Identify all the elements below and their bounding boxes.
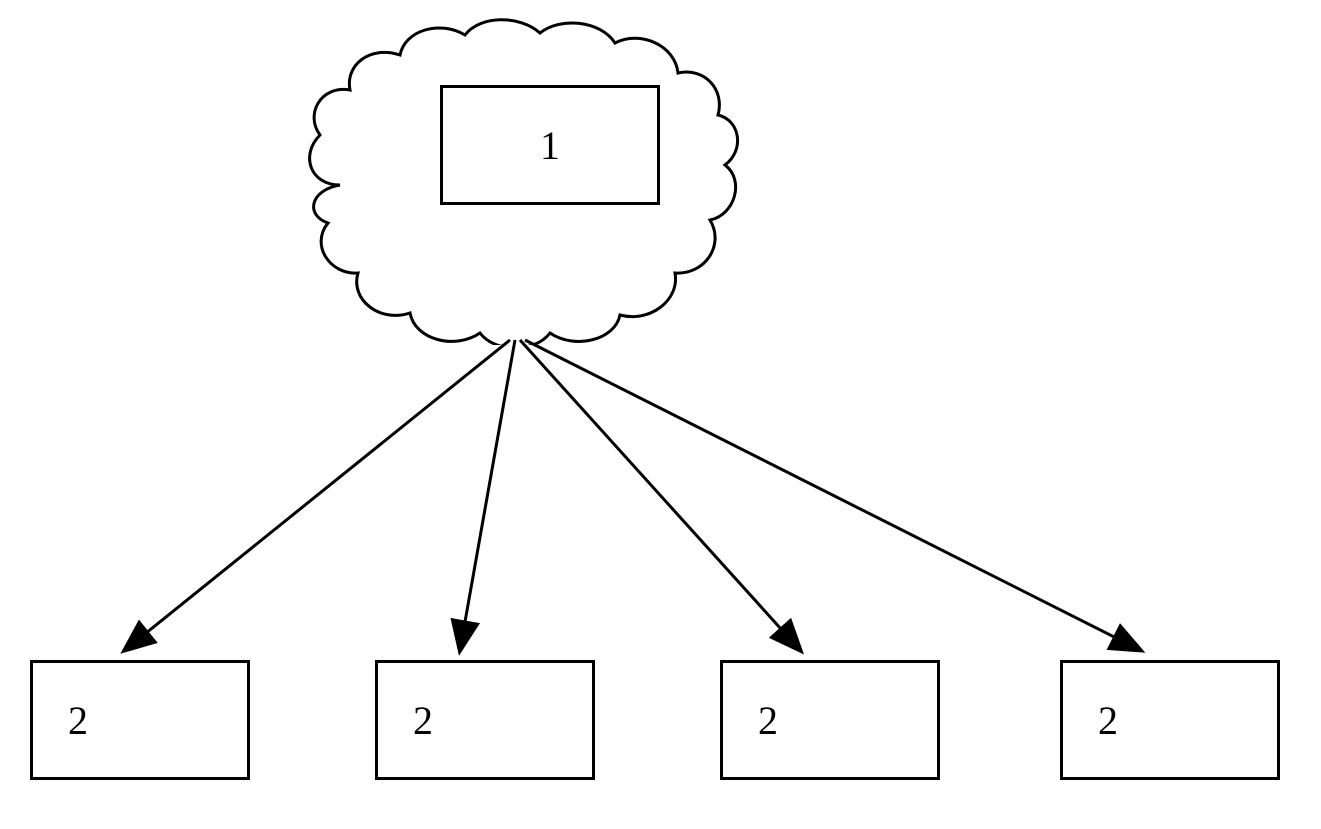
cloud-node-label: 1	[540, 122, 560, 169]
child-node-box-4: 2	[1060, 660, 1280, 780]
child-node-label-2: 2	[413, 697, 433, 744]
arrow-1	[125, 340, 510, 650]
child-node-box-2: 2	[375, 660, 595, 780]
diagram-container: 1 2 2 2 2	[0, 0, 1321, 829]
child-node-label-1: 2	[68, 697, 88, 744]
arrow-3	[520, 340, 800, 650]
arrow-4	[525, 340, 1140, 650]
child-node-box-1: 2	[30, 660, 250, 780]
cloud-node-box: 1	[440, 85, 660, 205]
child-node-label-3: 2	[758, 697, 778, 744]
child-node-label-4: 2	[1098, 697, 1118, 744]
child-node-box-3: 2	[720, 660, 940, 780]
arrow-2	[460, 340, 515, 650]
